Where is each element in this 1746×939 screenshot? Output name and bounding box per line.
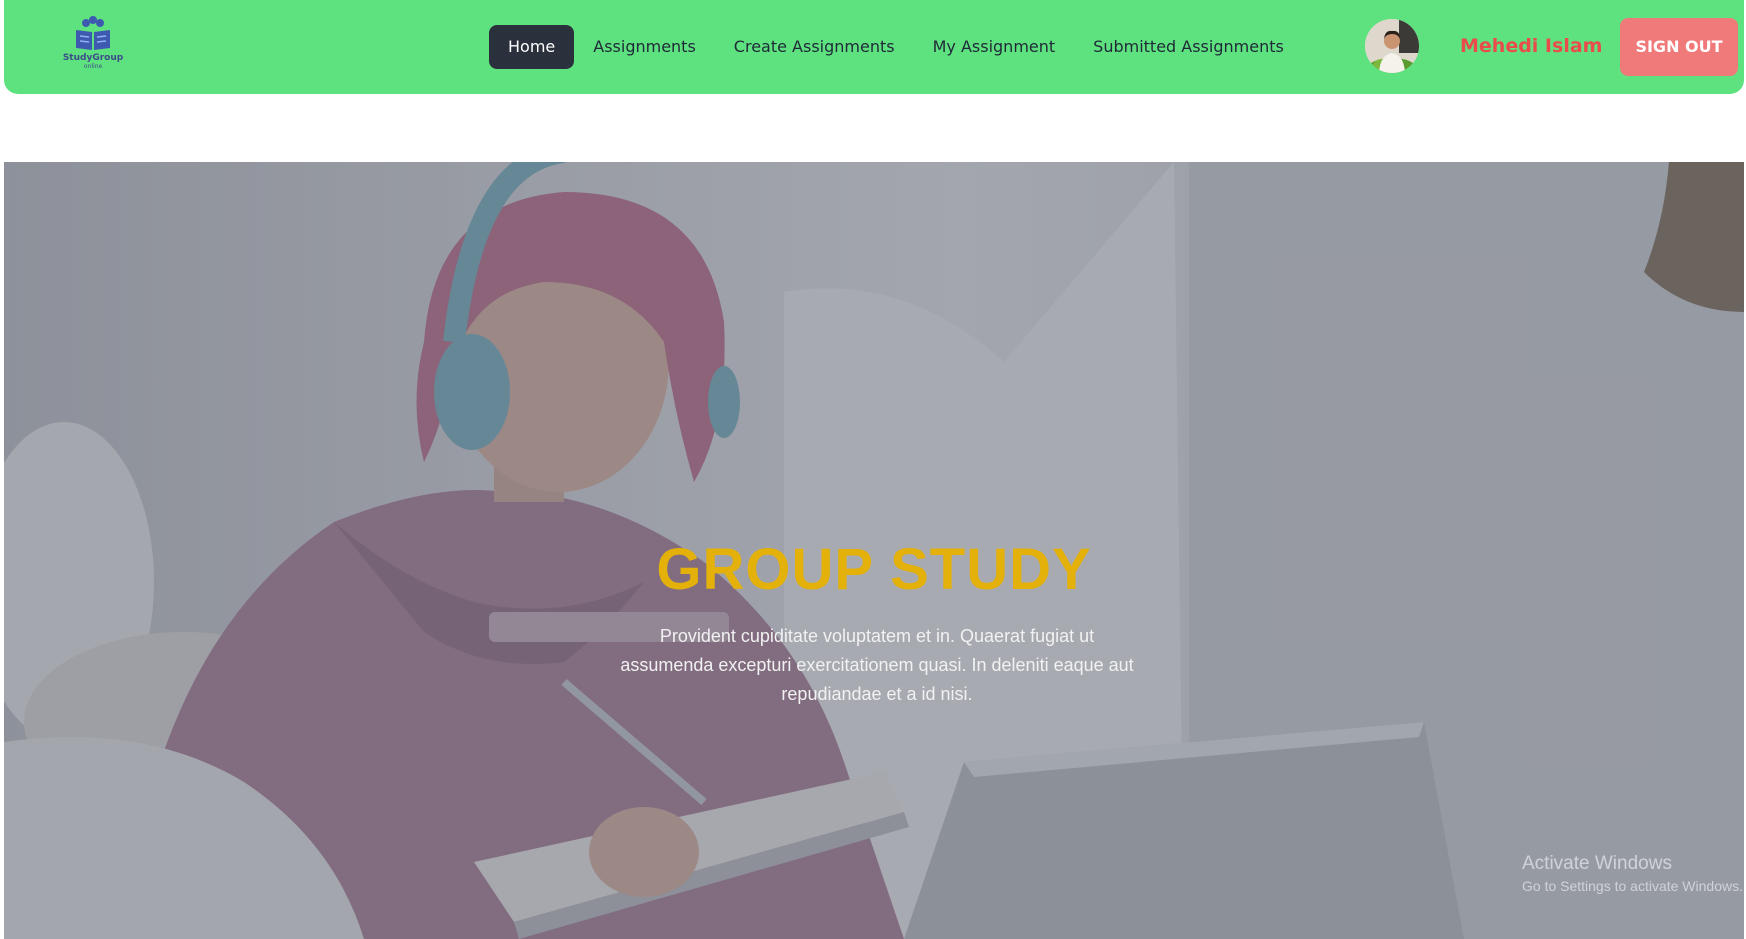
brand-tagline: online — [83, 63, 103, 70]
nav-my-assignment[interactable]: My Assignment — [914, 25, 1075, 69]
nav-submitted-assignments[interactable]: Submitted Assignments — [1074, 25, 1303, 69]
avatar[interactable] — [1365, 19, 1419, 73]
brand-name: StudyGroup — [62, 53, 124, 63]
watermark-title: Activate Windows — [1522, 853, 1672, 874]
watermark-subtitle: Go to Settings to activate Windows. — [1522, 878, 1743, 894]
main-nav: Home Assignments Create Assignments My A… — [489, 25, 1303, 69]
user-name: Mehedi Islam — [1460, 35, 1603, 57]
windows-activation-watermark: Activate Windows Go to Settings to activ… — [1522, 852, 1744, 896]
navbar: StudyGroup online Home Assignments Creat… — [4, 0, 1744, 94]
nav-assignments[interactable]: Assignments — [574, 25, 715, 69]
nav-home[interactable]: Home — [489, 25, 575, 69]
sign-out-button[interactable]: SIGN OUT — [1620, 18, 1738, 76]
study-group-logo-icon — [76, 16, 110, 50]
brand-logo[interactable]: StudyGroup online — [56, 16, 130, 76]
nav-create-assignments[interactable]: Create Assignments — [715, 25, 914, 69]
user-photo-icon — [1365, 19, 1419, 73]
hero-description: Provident cupiditate voluptatem et in. Q… — [620, 626, 1134, 704]
hero-banner: GROUP STUDY Provident cupiditate volupta… — [4, 162, 1744, 939]
hero-title: GROUP STUDY — [656, 537, 1092, 602]
